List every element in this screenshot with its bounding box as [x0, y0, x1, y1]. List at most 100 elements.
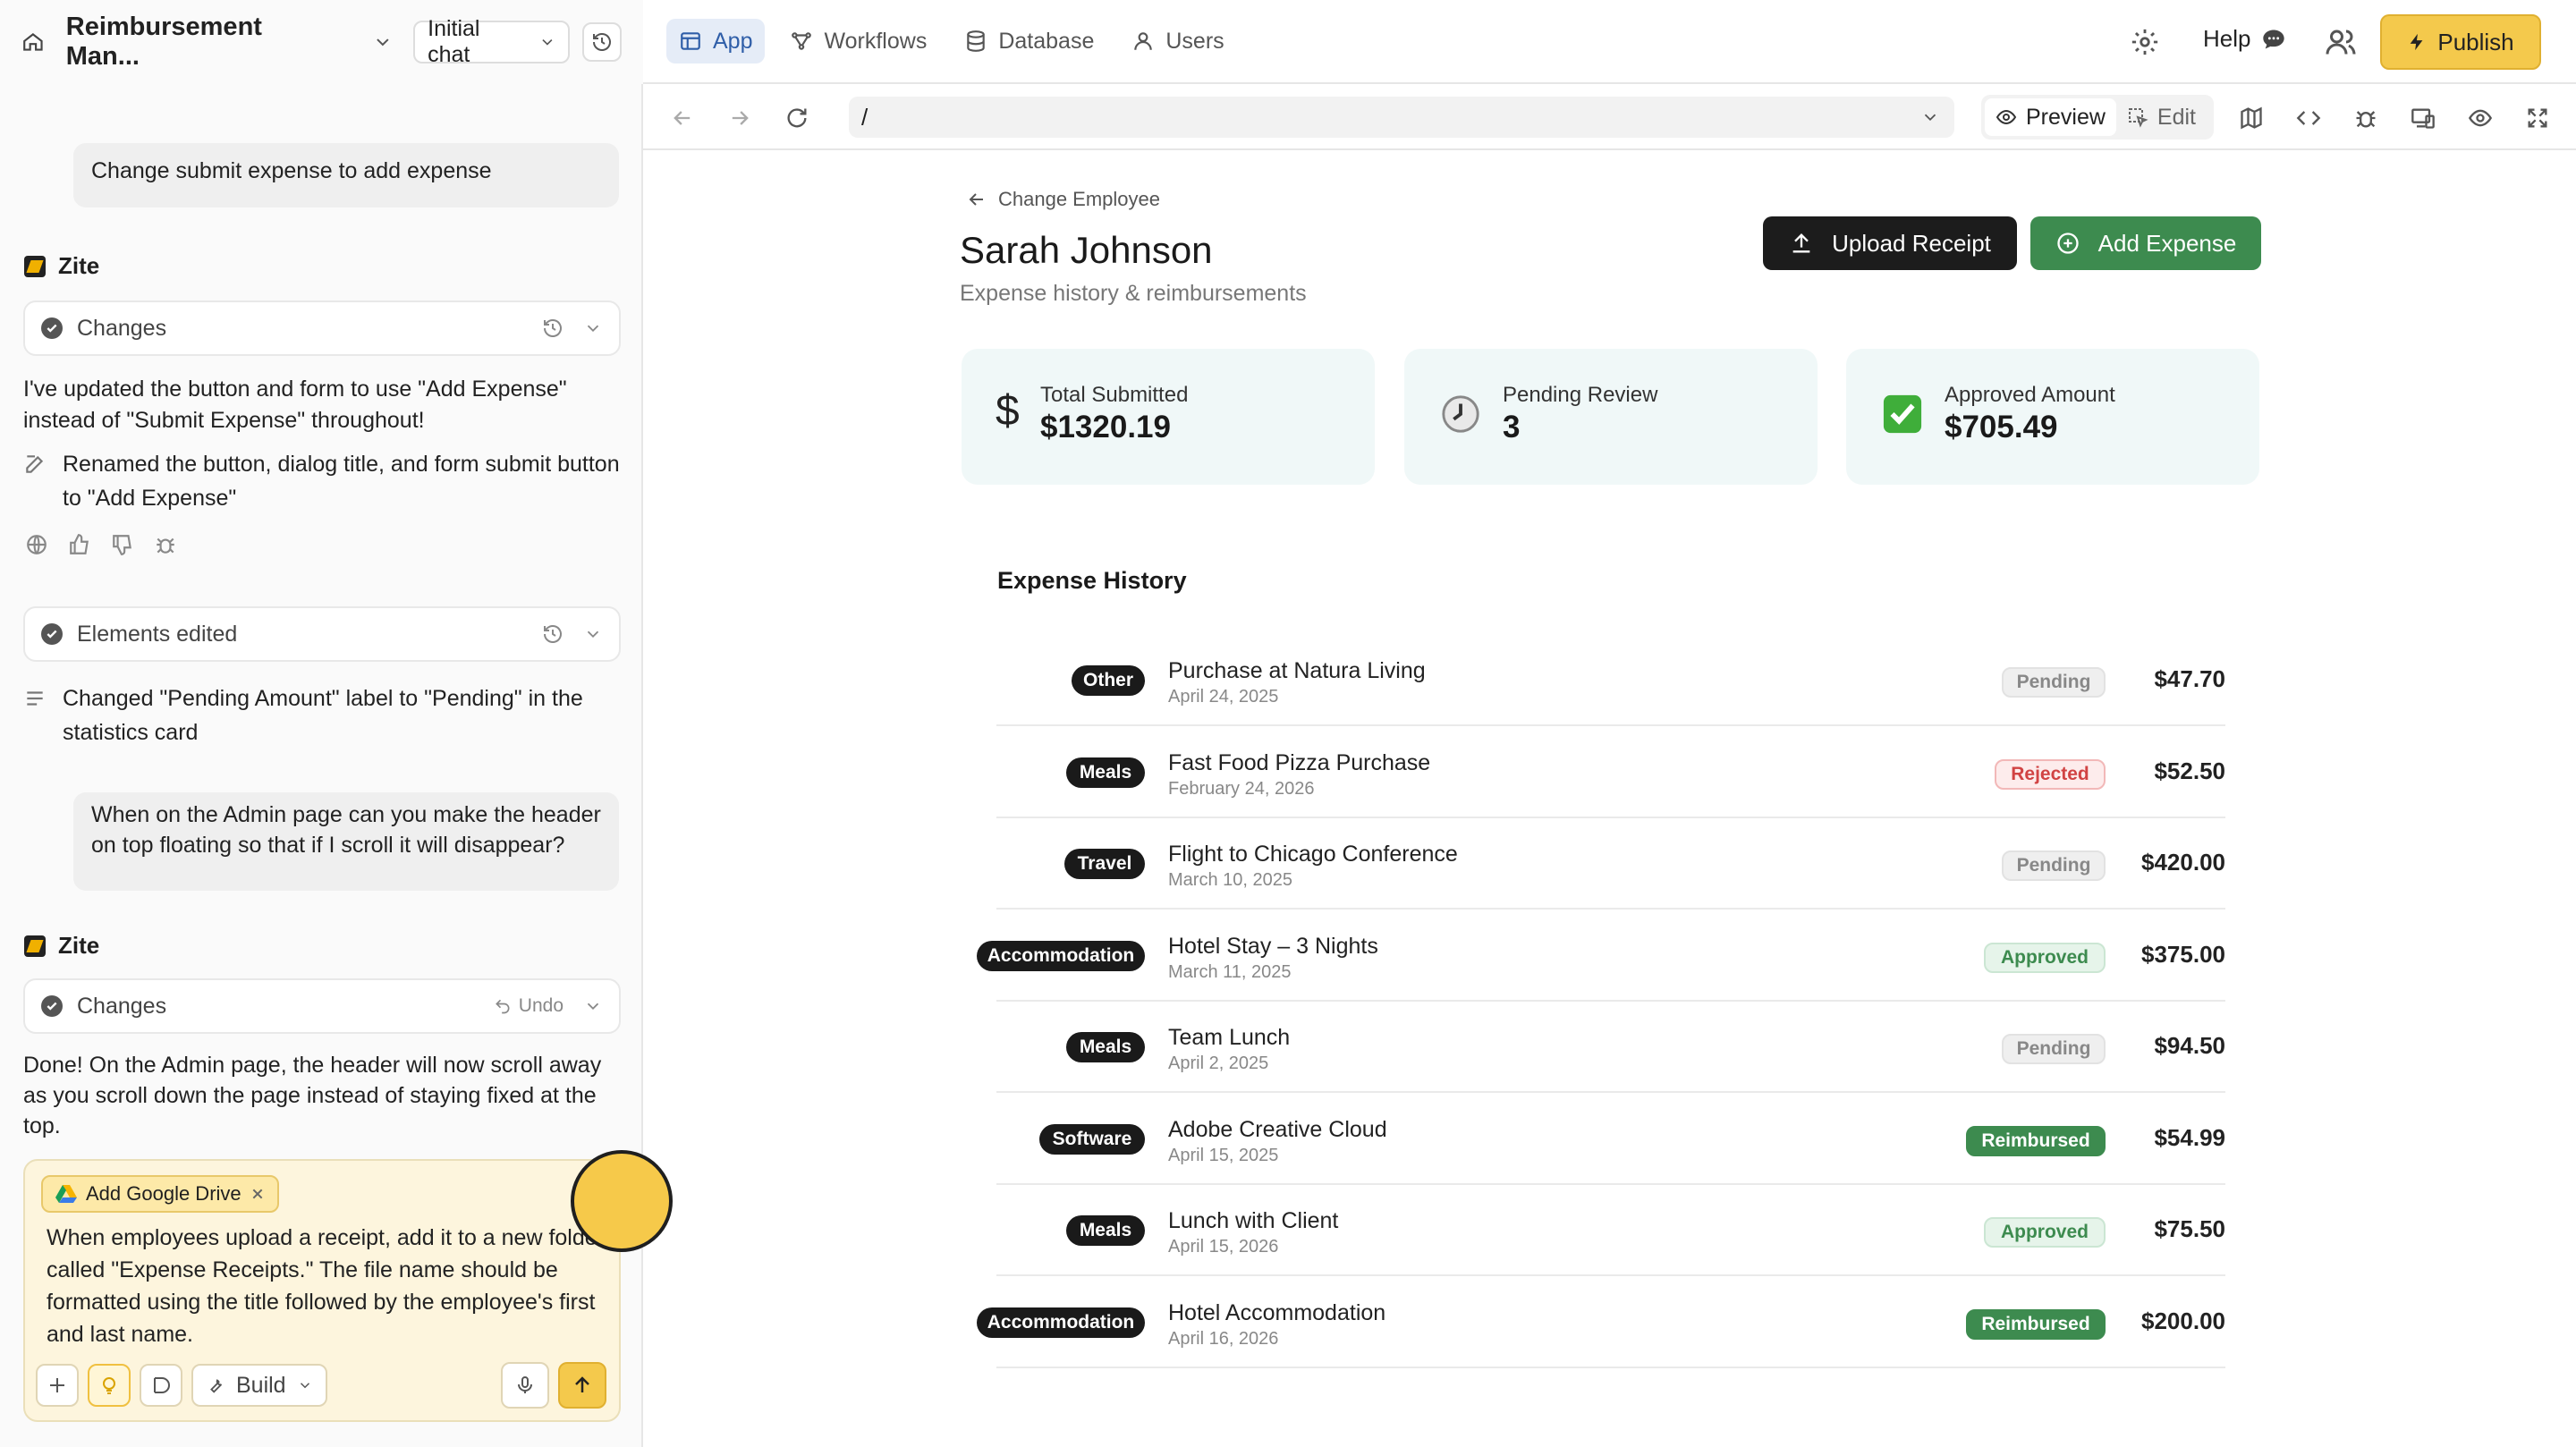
url-input[interactable]: / — [849, 97, 1954, 138]
user-icon — [1134, 32, 1153, 50]
layout-icon — [681, 32, 700, 50]
code-icon[interactable] — [2296, 106, 2321, 131]
expense-amount: $94.50 — [2154, 1032, 2225, 1059]
thumbs-up-icon[interactable] — [68, 533, 91, 556]
clock-icon — [1442, 395, 1479, 433]
check-circle-icon — [41, 623, 63, 645]
tab-label: Users — [1165, 28, 1224, 54]
publish-button[interactable]: Publish — [2380, 14, 2541, 70]
check-circle-icon — [41, 317, 63, 339]
chevron-down-icon[interactable] — [1920, 107, 1940, 127]
tab-label: App — [713, 28, 753, 54]
gear-icon[interactable] — [2130, 27, 2160, 57]
add-button[interactable] — [36, 1364, 79, 1407]
chevron-down-icon[interactable] — [583, 318, 603, 338]
tab-database[interactable]: Database — [952, 19, 1106, 63]
changes-card[interactable]: Changes Undo — [23, 978, 621, 1034]
map-icon[interactable] — [2239, 106, 2264, 131]
category-badge: Travel — [1064, 849, 1145, 879]
tab-users[interactable]: Users — [1119, 19, 1236, 63]
status-badge: Pending — [2002, 667, 2106, 698]
expense-date: April 15, 2026 — [1168, 1237, 1279, 1257]
expense-row[interactable]: Software Adobe Creative Cloud April 15, 20… — [996, 1094, 2225, 1185]
lightning-icon — [2411, 33, 2423, 51]
back-link[interactable]: Change Employee — [966, 188, 1160, 211]
chevron-down-icon[interactable] — [583, 624, 603, 644]
bot-name-row: Zite — [24, 252, 99, 280]
expense-row[interactable]: Meals Lunch with Client April 15, 2026 Appr… — [996, 1185, 2225, 1276]
chat-select-label: Initial chat — [428, 16, 480, 67]
change-item: Changed "Pending Amount" label to "Pendi… — [23, 681, 623, 749]
expense-title: Fast Food Pizza Purchase — [1168, 749, 1431, 775]
expense-row[interactable]: Meals Fast Food Pizza Purchase February 24… — [996, 727, 2225, 818]
view-toggle: Preview Edit — [1981, 95, 2214, 140]
history-button[interactable] — [582, 22, 622, 62]
chat-composer[interactable]: Add Google Drive When employees upload a… — [23, 1159, 621, 1422]
globe-icon[interactable] — [25, 533, 48, 556]
upload-receipt-button[interactable]: Upload Receipt — [1763, 216, 2017, 270]
stat-value: 3 — [1503, 410, 1521, 444]
mode-select[interactable]: Build — [191, 1364, 327, 1407]
expense-row[interactable]: Meals Team Lunch April 2, 2025 Pending $94.5… — [996, 1002, 2225, 1093]
eye-icon — [1996, 109, 2017, 125]
plus-icon — [50, 1378, 64, 1392]
preview-button[interactable]: Preview — [1985, 98, 2116, 136]
plus-circle-icon — [2056, 233, 2079, 254]
edit-label: Edit — [2157, 104, 2197, 130]
composer-toolbar: Build — [36, 1362, 606, 1409]
target-button[interactable] — [140, 1364, 182, 1407]
chat-scroll[interactable]: Change submit expense to add expense Zit… — [0, 84, 643, 1157]
composer-input[interactable]: When employees upload a receipt, add it … — [47, 1222, 610, 1350]
changes-card[interactable]: Changes — [23, 300, 621, 356]
devices-icon[interactable] — [2411, 106, 2436, 131]
bot-reply: Done! On the Admin page, the header will… — [23, 1053, 602, 1138]
cursor-indicator — [571, 1150, 673, 1252]
refresh-icon[interactable] — [784, 106, 809, 131]
add-expense-button[interactable]: Add Expense — [2030, 216, 2261, 270]
eye-icon[interactable] — [2468, 106, 2493, 131]
history-icon[interactable] — [542, 317, 564, 339]
send-button[interactable] — [558, 1362, 606, 1409]
undo-button[interactable]: Undo — [494, 995, 564, 1017]
help-label: Help — [2203, 25, 2251, 52]
forward-arrow-icon[interactable] — [727, 106, 752, 131]
stat-value: $1320.19 — [1040, 410, 1171, 444]
chat-select[interactable]: Initial chat — [413, 16, 571, 67]
fullscreen-icon[interactable] — [2525, 106, 2550, 131]
project-header: Reimbursement Man... Initial chat — [0, 0, 643, 84]
status-badge: Reimbursed — [1966, 1125, 2106, 1156]
expense-date: March 10, 2025 — [1168, 870, 1292, 890]
chevron-down-icon[interactable] — [583, 996, 603, 1016]
close-icon[interactable] — [250, 1187, 265, 1201]
user-message: Change submit expense to add expense — [73, 143, 619, 207]
idea-button[interactable] — [88, 1364, 131, 1407]
expense-row[interactable]: Accommodation Hotel Accommodation April 16… — [977, 1277, 2225, 1368]
help-button[interactable]: Help — [2203, 25, 2286, 53]
bot-reply: I've updated the button and form to use … — [23, 377, 567, 433]
mic-button[interactable] — [501, 1362, 549, 1409]
tab-app[interactable]: App — [666, 19, 766, 63]
expense-row[interactable]: Travel Flight to Chicago Conference March … — [996, 818, 2225, 910]
upload-icon — [1792, 233, 1810, 253]
database-icon — [967, 30, 986, 52]
page-subtitle: Expense history & reimbursements — [960, 281, 1307, 306]
expense-row[interactable]: Accommodation Hotel Stay – 3 Nights March … — [977, 910, 2225, 1002]
thumbs-down-icon[interactable] — [111, 533, 134, 556]
project-title[interactable]: Reimbursement Man... — [66, 13, 341, 72]
tab-workflows[interactable]: Workflows — [777, 19, 939, 63]
users-icon[interactable] — [2325, 26, 2357, 58]
google-drive-chip[interactable]: Add Google Drive — [41, 1175, 279, 1213]
upload-receipt-label: Upload Receipt — [1832, 229, 1991, 257]
status-badge: Reimbursed — [1966, 1308, 2106, 1340]
edit-button[interactable]: Edit — [2116, 98, 2207, 136]
changes-label: Changes — [77, 315, 167, 341]
elements-edited-card[interactable]: Elements edited — [23, 606, 621, 662]
expense-row[interactable]: Other Purchase at Natura Living April 24, … — [996, 635, 2225, 726]
back-arrow-icon[interactable] — [670, 106, 695, 131]
chip-label: Add Google Drive — [86, 1182, 242, 1205]
bug-icon[interactable] — [154, 533, 177, 556]
chevron-down-icon[interactable] — [372, 31, 394, 53]
history-icon[interactable] — [542, 623, 564, 645]
home-icon[interactable] — [21, 30, 45, 54]
bug-icon[interactable] — [2353, 106, 2378, 131]
